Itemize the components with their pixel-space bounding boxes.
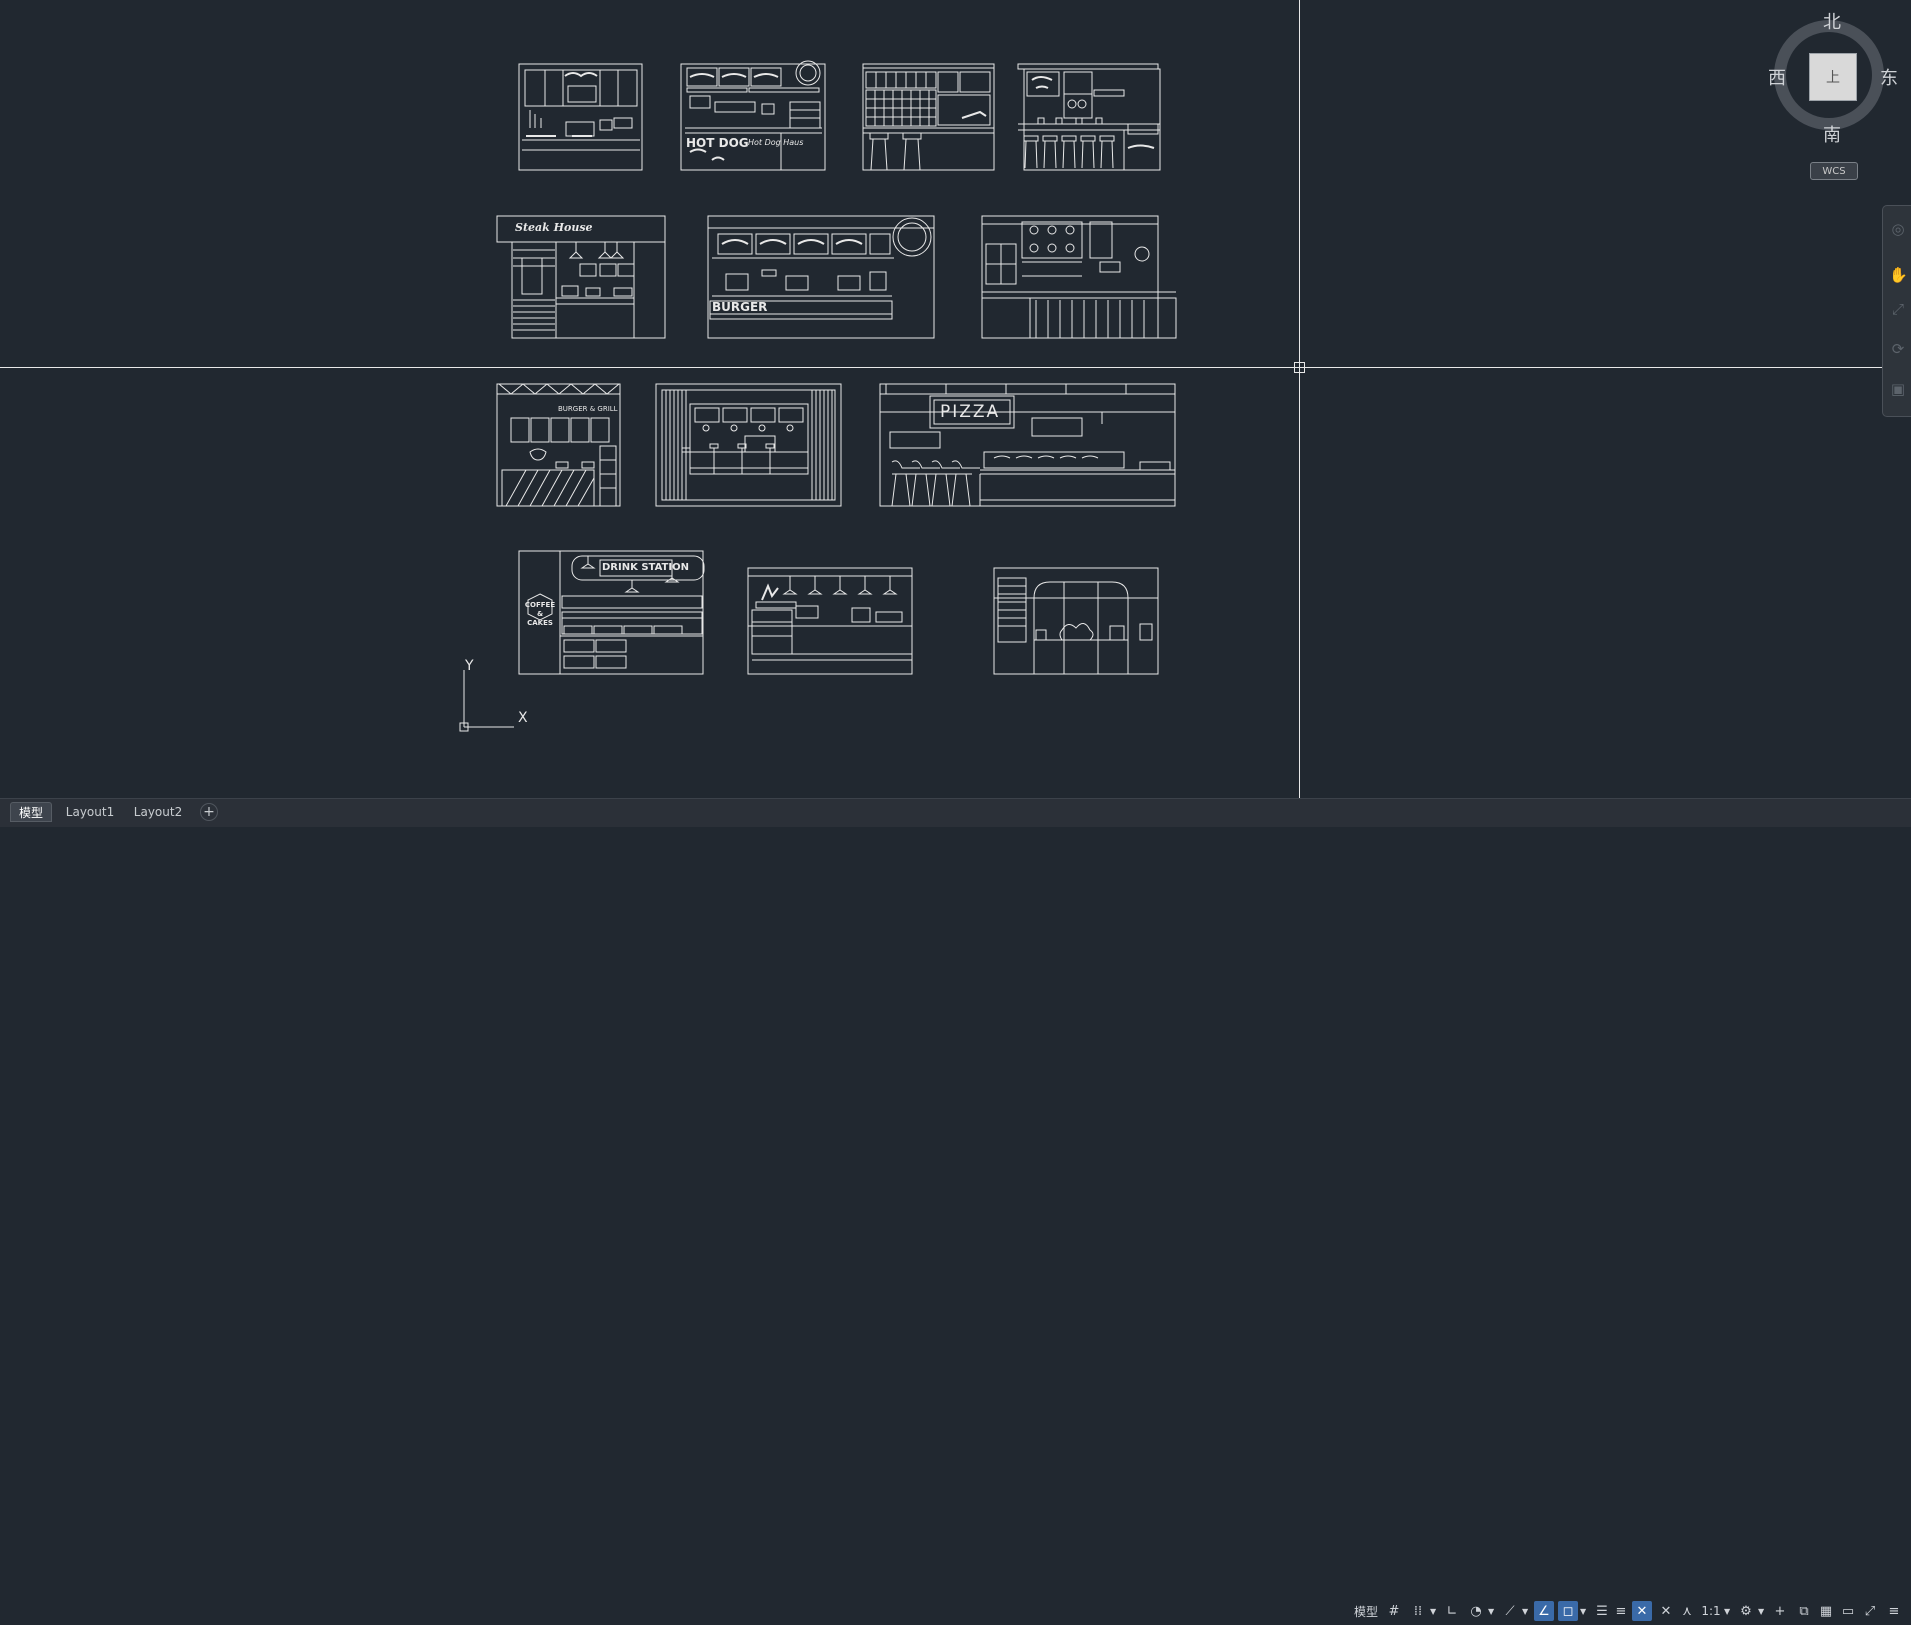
auto-scale-icon[interactable]: ✕ [1656, 1601, 1676, 1621]
scale-dropdown-chevron-icon[interactable]: ▼ [1724, 1601, 1732, 1621]
viewcube-west[interactable]: 西 [1768, 64, 1786, 90]
clean-screen-icon[interactable]: ⤢ [1860, 1601, 1880, 1621]
viewcube-north[interactable]: 北 [1823, 8, 1841, 34]
workspace-gear-icon[interactable]: ⚙ [1736, 1601, 1756, 1621]
navigation-bar[interactable]: ◎ ✋ ⤢ ⟳ ▣ [1882, 205, 1911, 417]
object-snap-icon[interactable]: ◻ [1558, 1601, 1578, 1621]
ucs-icon: Y X [456, 658, 536, 733]
wcs-label: WCS [1822, 165, 1846, 177]
elevation-seafood-bar[interactable] [1017, 63, 1161, 171]
annotation-scale-icon[interactable]: ⋏ [1678, 1601, 1696, 1621]
elevation-menu-kiosk[interactable] [518, 63, 643, 171]
quick-properties-icon[interactable]: ⧉ [1794, 1601, 1814, 1621]
steering-wheel-icon[interactable]: ◎ [1889, 220, 1907, 238]
object-snap-dropdown-chevron-icon[interactable]: ▼ [1580, 1601, 1588, 1621]
isodraft-dropdown-chevron-icon[interactable]: ▼ [1522, 1601, 1530, 1621]
elevation-hot-dog[interactable] [680, 60, 826, 171]
polar-dropdown-chevron-icon[interactable]: ▼ [1488, 1601, 1496, 1621]
zoom-extents-icon[interactable]: ⤢ [1889, 300, 1907, 318]
elevation-bakery-counter[interactable] [747, 567, 913, 675]
ucs-y-label: Y [465, 658, 474, 674]
label-steak-house: Steak House [515, 221, 593, 234]
wcs-menu[interactable]: WCS [1810, 162, 1858, 180]
ucs-x-label: X [518, 710, 528, 726]
tab-model[interactable]: 模型 [10, 802, 52, 822]
selection-cycling-icon[interactable]: ≡ [1614, 1601, 1628, 1621]
elevation-arch-window[interactable] [993, 567, 1159, 675]
units-icon[interactable]: + [1770, 1601, 1790, 1621]
status-bar: 模型 # ⁞⁞ ▼ ∟ ◔ ▼ ⟋ ▼ ∠ ◻ ▼ ☰ ≡ ✕ ✕ ⋏ 1:1 … [1350, 1599, 1911, 1625]
elevation-donut-shop[interactable] [981, 215, 1177, 339]
grid-icon[interactable]: # [1384, 1601, 1404, 1621]
isodraft-icon[interactable]: ⟋ [1500, 1601, 1520, 1621]
ortho-icon[interactable]: ∟ [1442, 1601, 1462, 1621]
add-layout-button[interactable]: + [200, 803, 218, 821]
layout-tab-bar: 模型 Layout1 Layout2 + 模型 # ⁞⁞ ▼ ∟ ◔ ▼ ⟋ ▼… [0, 798, 1911, 1621]
elevation-burger[interactable] [707, 215, 935, 339]
elevation-booth-counter[interactable] [655, 383, 842, 507]
lineweight-icon[interactable]: ☰ [1592, 1601, 1612, 1621]
model-space-canvas[interactable]: HOT DOG Hot Dog Haus Steak House BURGER … [0, 0, 1911, 798]
isolate-objects-icon[interactable]: ▦ [1816, 1601, 1836, 1621]
label-burger: BURGER [712, 300, 768, 314]
viewcube-east[interactable]: 东 [1880, 64, 1898, 90]
hardware-acceleration-icon[interactable]: ▭ [1838, 1601, 1858, 1621]
snap-icon[interactable]: ⁞⁞ [1408, 1601, 1428, 1621]
tab-layout1-label: Layout1 [65, 805, 115, 819]
label-pizza: PIZZA [940, 402, 1001, 422]
elevation-burger-grill[interactable] [496, 383, 621, 507]
tab-layout2-label: Layout2 [133, 805, 183, 819]
annotation-visibility-icon[interactable]: ✕ [1632, 1601, 1652, 1621]
viewcube[interactable]: 上 北 南 西 东 WCS [1760, 8, 1910, 180]
tab-model-label: 模型 [18, 805, 43, 820]
annotation-scale-value[interactable]: 1:1 [1700, 1601, 1722, 1621]
label-hot-dog-sub: Hot Dog Haus [748, 138, 804, 147]
workspace-dropdown-chevron-icon[interactable]: ▼ [1758, 1601, 1766, 1621]
label-hot-dog: HOT DOG [686, 136, 749, 150]
cursor-pickbox [1294, 362, 1305, 373]
annotation-scale-label: 1:1 [1701, 1604, 1721, 1618]
showmotion-icon[interactable]: ▣ [1889, 380, 1907, 398]
viewcube-face-label: 上 [1826, 70, 1840, 86]
elevation-pizza[interactable] [879, 383, 1176, 507]
label-coffee-cakes: COFFEE & CAKES [524, 601, 556, 627]
crosshair-vertical [1299, 0, 1300, 798]
model-space-toggle[interactable]: 模型 [1352, 1601, 1380, 1621]
tab-layout1[interactable]: Layout1 [60, 802, 120, 822]
orbit-icon[interactable]: ⟳ [1889, 340, 1907, 358]
pan-hand-icon[interactable]: ✋ [1889, 266, 1908, 284]
snap-dropdown-chevron-icon[interactable]: ▼ [1430, 1601, 1438, 1621]
tab-layout2[interactable]: Layout2 [126, 802, 190, 822]
viewcube-south[interactable]: 南 [1823, 121, 1841, 147]
polar-icon[interactable]: ◔ [1466, 1601, 1486, 1621]
label-burger-grill: BURGER & GRILL [558, 405, 618, 413]
elevation-steak-house[interactable] [496, 215, 666, 339]
crosshair-horizontal [0, 367, 1911, 368]
object-snap-tracking-icon[interactable]: ∠ [1534, 1601, 1554, 1621]
cad-drawing[interactable] [0, 0, 1911, 798]
elevation-bar-stools[interactable] [862, 63, 995, 171]
customize-menu-icon[interactable]: ≡ [1884, 1601, 1904, 1621]
viewcube-top-face[interactable]: 上 [1809, 53, 1857, 101]
add-layout-label: + [203, 804, 215, 820]
label-drink-station: DRINK STATION [602, 562, 689, 573]
model-space-label: 模型 [1353, 1604, 1378, 1619]
